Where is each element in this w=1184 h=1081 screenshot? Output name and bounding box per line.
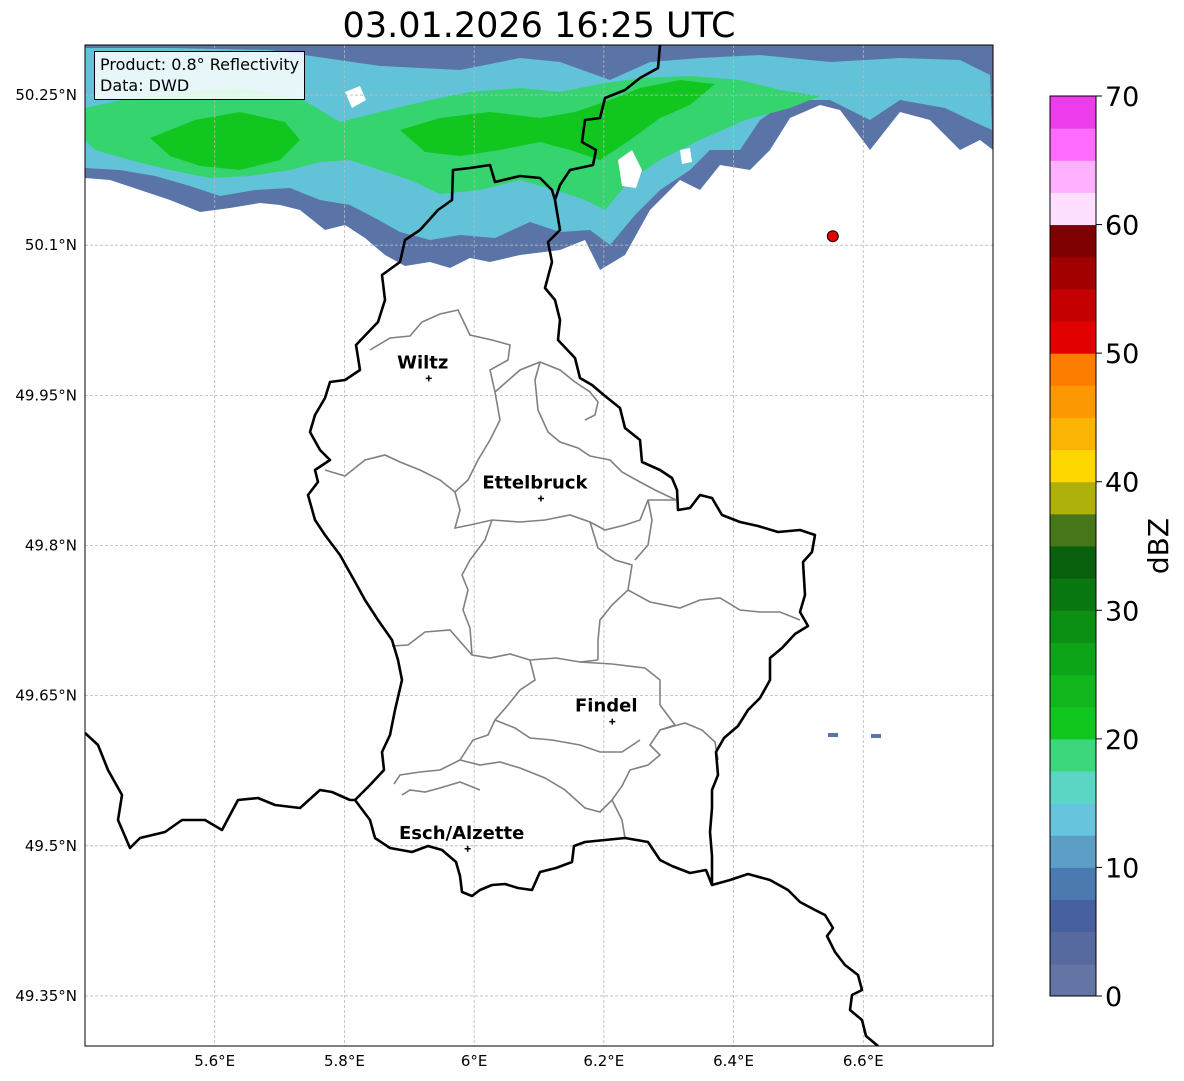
latitude-tick-label: 49.65°N bbox=[15, 687, 77, 705]
colorbar-segment bbox=[1050, 674, 1096, 708]
latitude-tick-label: 49.5°N bbox=[25, 837, 77, 855]
latitude-axis: 50.25°N 50.1°N 49.95°N 49.8°N 49.65°N 49.5°N 4… bbox=[15, 86, 77, 1005]
colorbar-segment bbox=[1050, 481, 1096, 515]
colorbar-segment bbox=[1050, 449, 1096, 483]
city-label: Wiltz bbox=[397, 352, 448, 373]
colorbar-segment bbox=[1050, 610, 1096, 643]
radar-map: WiltzEttelbruckFindelEsch/Alzette 5.6°E 5… bbox=[15, 44, 1175, 1070]
colorbar-segment bbox=[1050, 578, 1096, 611]
colorbar-segment bbox=[1050, 899, 1096, 933]
colorbar-segment bbox=[1050, 160, 1096, 193]
colorbar-segment bbox=[1050, 192, 1096, 226]
longitude-axis: 5.6°E 5.8°E 6°E 6.2°E 6.4°E 6.6°E bbox=[194, 1052, 883, 1070]
colorbar-unit-label: dBZ bbox=[1142, 518, 1175, 574]
colorbar-segment bbox=[1050, 288, 1096, 322]
city-label: Findel bbox=[575, 696, 638, 717]
latitude-tick-label: 49.35°N bbox=[15, 987, 77, 1005]
colorbar-segment bbox=[1050, 546, 1096, 579]
colorbar-tick-label: 40 bbox=[1105, 468, 1139, 499]
colorbar-tick-label: 70 bbox=[1105, 82, 1139, 113]
colorbar-segment bbox=[1050, 642, 1096, 676]
echo-gap-3 bbox=[680, 148, 692, 164]
colorbar-segment bbox=[1050, 96, 1096, 129]
longitude-tick-label: 6.2°E bbox=[583, 1052, 624, 1070]
longitude-tick-label: 6.4°E bbox=[713, 1052, 754, 1070]
colorbar-segment bbox=[1050, 803, 1096, 836]
colorbar-tick-label: 30 bbox=[1105, 596, 1139, 627]
product-info-box: Product: 0.8° Reflectivity Data: DWD bbox=[94, 51, 306, 100]
colorbar-segment bbox=[1050, 256, 1096, 290]
echo-speck-1 bbox=[828, 733, 838, 737]
longitude-tick-label: 5.6°E bbox=[194, 1052, 235, 1070]
colorbar-segment bbox=[1050, 867, 1096, 901]
colorbar-segment bbox=[1050, 931, 1096, 965]
longitude-tick-label: 6°E bbox=[461, 1052, 488, 1070]
colorbar-tick-label: 60 bbox=[1105, 211, 1139, 242]
latitude-tick-label: 50.25°N bbox=[15, 86, 77, 104]
latitude-tick-label: 50.1°N bbox=[25, 236, 77, 254]
colorbar-tick-label: 50 bbox=[1105, 339, 1139, 370]
colorbar-segment bbox=[1050, 321, 1096, 354]
colorbar-segment bbox=[1050, 385, 1096, 418]
colorbar-segment bbox=[1050, 417, 1096, 451]
longitude-tick-label: 6.6°E bbox=[843, 1052, 884, 1070]
colorbar-tick-label: 10 bbox=[1105, 853, 1139, 884]
latitude-tick-label: 49.95°N bbox=[15, 386, 77, 404]
colorbar-segment bbox=[1050, 706, 1096, 740]
city-label: Esch/Alzette bbox=[399, 823, 524, 844]
longitude-tick-label: 5.8°E bbox=[324, 1052, 365, 1070]
colorbar-segment bbox=[1050, 963, 1096, 997]
colorbar-segment bbox=[1050, 835, 1096, 868]
colorbar-tick-label: 0 bbox=[1105, 982, 1122, 1013]
colorbar-segment bbox=[1050, 771, 1096, 804]
product-label: Product: 0.8° Reflectivity bbox=[100, 55, 300, 74]
echo-speck-2 bbox=[871, 734, 881, 738]
colorbar-segment bbox=[1050, 224, 1096, 258]
colorbar-tick-label: 20 bbox=[1105, 725, 1139, 756]
colorbar-segment bbox=[1050, 738, 1096, 772]
city-label: Ettelbruck bbox=[482, 472, 588, 493]
location-marker bbox=[826, 230, 839, 243]
colorbar-segment bbox=[1050, 353, 1096, 386]
colorbar-segment bbox=[1050, 128, 1096, 161]
data-source-label: Data: DWD bbox=[100, 76, 190, 95]
latitude-tick-label: 49.8°N bbox=[25, 537, 77, 555]
colorbar-segment bbox=[1050, 513, 1096, 547]
colorbar: 0 10 20 30 40 50 60 70 dBZ bbox=[1049, 82, 1175, 1013]
